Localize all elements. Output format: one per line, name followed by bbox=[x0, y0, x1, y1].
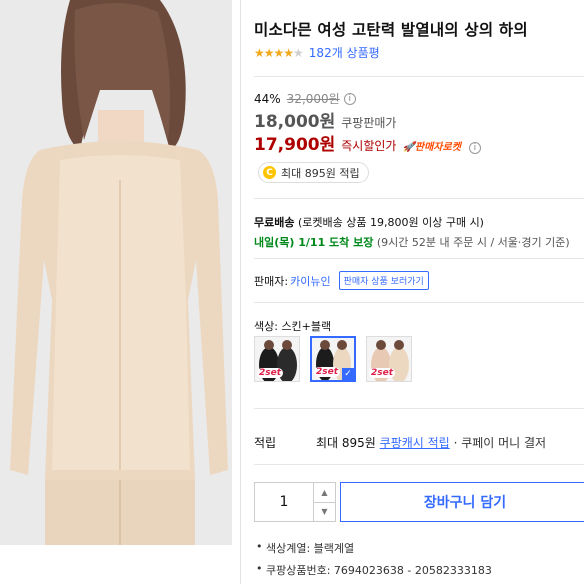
discount-row: 44% 32,000원 i bbox=[254, 90, 356, 107]
product-details: 색상계열: 블랙계열 쿠팡상품번호: 7694023638 - 20582333… bbox=[254, 540, 492, 584]
arrival-guarantee: 내일(목) 1/11 도착 보장 bbox=[254, 236, 374, 249]
color-swatch-3[interactable]: 2set bbox=[366, 336, 412, 382]
coupang-cash-link[interactable]: 쿠팡캐시 적립 bbox=[380, 434, 450, 451]
rating[interactable]: ★★★★★ 182개 상품평 bbox=[254, 44, 380, 61]
star-rating-icon: ★★★★★ bbox=[254, 45, 304, 60]
coupang-price-label: 쿠팡판매가 bbox=[341, 116, 397, 130]
selected-check-icon: ✓ bbox=[342, 368, 354, 380]
info-icon[interactable]: i bbox=[343, 92, 356, 105]
points-row: 적립 최대 895원 쿠팡캐시 적립 · 쿠페이 머니 결저 bbox=[254, 434, 546, 451]
detail-item: 쿠팡상품번호: 7694023638 - 20582333183 bbox=[254, 562, 492, 578]
info-icon[interactable]: i bbox=[468, 142, 481, 154]
instant-price: 17,900원 bbox=[254, 135, 336, 155]
add-to-cart-button[interactable]: 장바구니 담기 bbox=[340, 482, 584, 522]
free-shipping-label: 무료배송 bbox=[254, 216, 295, 229]
points-label: 적립 bbox=[254, 436, 277, 450]
free-shipping-detail: (로켓배송 상품 19,800원 이상 구매 시) bbox=[297, 216, 484, 229]
reward-text: 최대 895원 적립 bbox=[281, 166, 360, 180]
color-option-label: 색상: 스킨+블랙 bbox=[254, 320, 332, 333]
free-shipping-row: 무료배송 (로켓배송 상품 19,800원 이상 구매 시) bbox=[254, 214, 484, 230]
seller-products-button[interactable]: 판매자 상품 보러가기 bbox=[338, 271, 429, 290]
rocket-badge: 🚀판매자로켓 bbox=[402, 142, 461, 153]
color-swatches: 2set 2set ✓ 2set bbox=[254, 336, 412, 382]
arrival-condition: (9시간 52분 내 주문 시 / 서울⋅경기 기준) bbox=[376, 236, 570, 249]
original-price: 32,000원 bbox=[286, 92, 340, 106]
arrival-row: 내일(목) 1/11 도착 보장 (9시간 52분 내 주문 시 / 서울⋅경기… bbox=[254, 234, 570, 250]
instant-price-label: 즉시할인가 bbox=[341, 139, 397, 153]
color-swatch-1[interactable]: 2set bbox=[254, 336, 300, 382]
divider bbox=[254, 464, 584, 465]
reward-badge: C 최대 895원 적립 bbox=[258, 162, 369, 183]
divider bbox=[254, 198, 584, 199]
quantity-input[interactable]: 1 bbox=[255, 483, 313, 521]
points-rest: · 쿠페이 머니 결저 bbox=[453, 436, 547, 450]
divider bbox=[254, 408, 584, 409]
discount-rate: 44% bbox=[254, 91, 281, 106]
divider bbox=[254, 76, 584, 77]
quantity-stepper[interactable]: 1 ▲ ▼ bbox=[254, 482, 336, 522]
chevron-down-icon[interactable]: ▼ bbox=[314, 503, 335, 522]
instant-price-row: 17,900원 즉시할인가 🚀판매자로켓 i bbox=[254, 130, 481, 155]
points-max: 최대 895원 bbox=[316, 436, 376, 450]
color-swatch-2[interactable]: 2set ✓ bbox=[310, 336, 356, 382]
chevron-up-icon[interactable]: ▲ bbox=[314, 483, 335, 503]
coin-icon: C bbox=[263, 166, 276, 179]
product-image[interactable] bbox=[0, 0, 232, 545]
swatch-tag: 2set bbox=[257, 368, 284, 378]
quantity-arrows: ▲ ▼ bbox=[313, 483, 335, 521]
product-title: 미소다믄 여성 고탄력 발열내의 상의 하의 bbox=[254, 21, 528, 39]
detail-item: 색상계열: 블랙계열 bbox=[254, 540, 492, 556]
coupang-price-row: 18,000원 쿠팡판매가 bbox=[254, 107, 396, 132]
seller-name-link[interactable]: 카이뉴인 bbox=[290, 273, 330, 289]
seller-row: 판매자: 카이뉴인 판매자 상품 보러가기 bbox=[254, 271, 429, 290]
swatch-tag: 2set bbox=[369, 368, 396, 378]
column-divider bbox=[240, 0, 241, 584]
seller-label: 판매자: bbox=[254, 274, 289, 288]
divider bbox=[254, 258, 584, 259]
review-count-link[interactable]: 182개 상품평 bbox=[309, 44, 380, 61]
divider bbox=[254, 302, 584, 303]
swatch-tag: 2set bbox=[314, 367, 341, 377]
coupang-price: 18,000원 bbox=[254, 112, 336, 132]
